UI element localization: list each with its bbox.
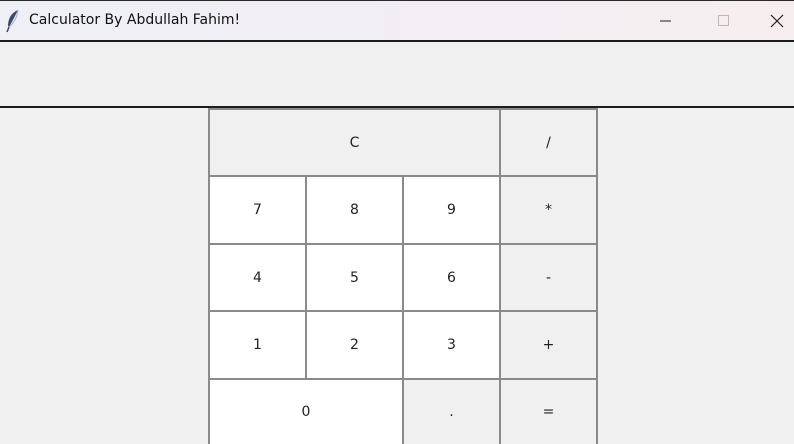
decimal-button[interactable]: .: [402, 378, 501, 444]
title-bar: Calculator By Abdullah Fahim!: [0, 0, 794, 40]
digit-5-button[interactable]: 5: [305, 243, 404, 312]
equals-button[interactable]: =: [499, 378, 598, 444]
calculator-display[interactable]: [0, 40, 794, 108]
minimize-icon: [660, 20, 671, 22]
feather-icon: [6, 9, 19, 33]
digit-2-button[interactable]: 2: [305, 310, 404, 380]
digit-8-button[interactable]: 8: [305, 175, 404, 245]
multiply-button[interactable]: *: [499, 175, 598, 245]
window-title: Calculator By Abdullah Fahim!: [29, 12, 241, 28]
close-button[interactable]: [760, 1, 794, 41]
digit-0-button[interactable]: 0: [208, 378, 404, 444]
digit-3-button[interactable]: 3: [402, 310, 501, 380]
add-button[interactable]: +: [499, 310, 598, 380]
digit-7-button[interactable]: 7: [208, 175, 307, 245]
maximize-icon: [718, 15, 729, 26]
digit-9-button[interactable]: 9: [402, 175, 501, 245]
divide-button[interactable]: /: [499, 108, 598, 177]
digit-1-button[interactable]: 1: [208, 310, 307, 380]
maximize-button[interactable]: [701, 1, 747, 41]
digit-6-button[interactable]: 6: [402, 243, 501, 312]
subtract-button[interactable]: -: [499, 243, 598, 312]
close-icon: [770, 14, 784, 28]
clear-button[interactable]: C: [208, 108, 501, 177]
digit-4-button[interactable]: 4: [208, 243, 307, 312]
calculator-window: Calculator By Abdullah Fahim! C / 7 8 9 …: [0, 0, 794, 444]
minimize-button[interactable]: [643, 1, 689, 41]
